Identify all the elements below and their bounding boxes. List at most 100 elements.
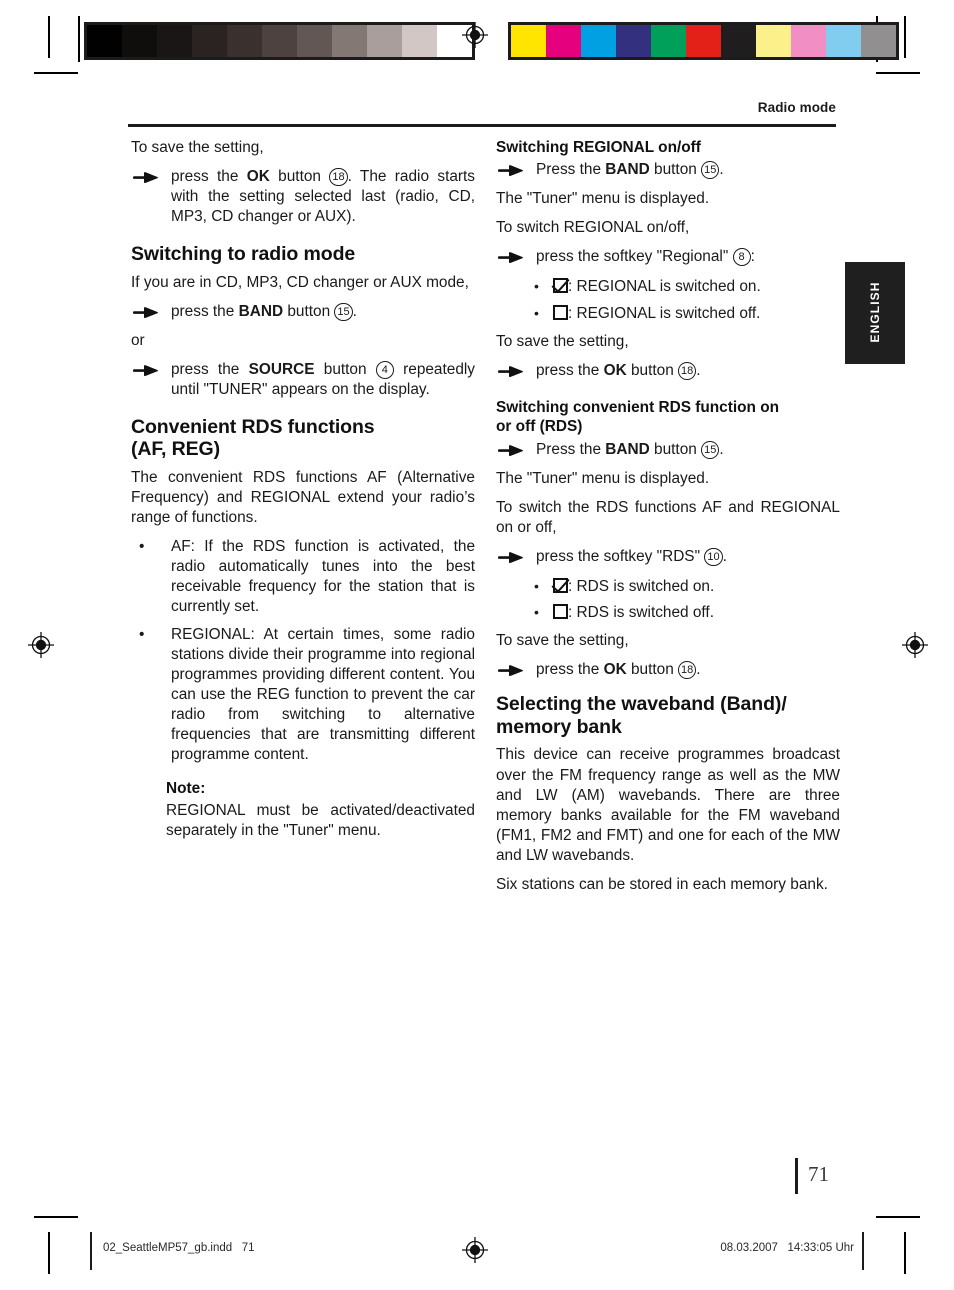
- step-text-post: :: [750, 248, 755, 266]
- color-patch: [826, 25, 861, 57]
- heading-switching-regional-on-off: Switching REGIONAL on/off: [496, 139, 701, 156]
- language-thumb-tab-label: ENGLISH: [868, 281, 882, 343]
- heading-convenient-rds-functions: Convenient RDS functions (AF, REG): [131, 416, 475, 461]
- step-text-mid: button: [626, 361, 679, 379]
- paragraph-or: or: [131, 331, 145, 349]
- step-press-softkey-rds: press the softkey "RDS" 10.: [496, 547, 840, 567]
- button-ref-number-10: 10: [704, 547, 723, 566]
- paragraph-to-switch-rds: To switch the RDS functions AF and REGIO…: [496, 498, 840, 536]
- registration-mark-left-center: [28, 632, 54, 658]
- grayscale-calibration-wedge: [84, 22, 475, 60]
- subitem-text: : REGIONAL is switched off.: [568, 304, 761, 322]
- note-body: REGIONAL must be activated/deactivated s…: [166, 802, 475, 840]
- subitem-text: : REGIONAL is switched on.: [568, 278, 761, 296]
- color-patch: [791, 25, 826, 57]
- paragraph-to-save-setting: To save the setting,: [131, 139, 264, 156]
- page-number: 71: [808, 1162, 829, 1186]
- footer-timestamp: 08.03.2007 14:33:05 Uhr: [720, 1242, 854, 1254]
- step-text-mid: button: [626, 661, 679, 679]
- step-press-ok-button-1: press the OK button 18.: [496, 361, 840, 381]
- step-press-source-button: press the SOURCE button 4 repeatedly unt…: [131, 360, 475, 400]
- pointing-hand-icon: [498, 444, 524, 457]
- step-press-band-button: press the BAND button 15.: [131, 302, 475, 322]
- grayscale-patch: [122, 25, 157, 57]
- color-patch: [511, 25, 546, 57]
- column-left: To save the setting, press the OK button…: [131, 138, 475, 850]
- step-press-softkey-regional: press the softkey "Regional" 8:: [496, 247, 840, 267]
- button-name-band: BAND: [238, 302, 284, 320]
- checkbox-checked-icon: [553, 278, 568, 294]
- crop-mark-top-right-horizontal: [876, 72, 920, 74]
- paragraph-tuner-menu-displayed-1: The "Tuner" menu is displayed.: [496, 190, 710, 208]
- subitem-text: : RDS is switched on.: [568, 577, 715, 595]
- crop-mark-top-left-inner: [78, 16, 80, 62]
- subitem-regional-unchecked: • : REGIONAL is switched off.: [496, 303, 840, 325]
- step-text-pre: Press the: [536, 161, 606, 179]
- step-text-mid: button: [649, 161, 702, 179]
- grayscale-patch: [157, 25, 192, 57]
- registration-mark-right-center: [902, 632, 928, 658]
- button-name-band: BAND: [605, 440, 650, 458]
- crop-mark-bottom-right-horizontal: [876, 1216, 920, 1218]
- crop-mark-top-left-vertical: [48, 16, 50, 58]
- button-name-ok: OK: [246, 168, 270, 186]
- bullet-item-af: • AF: If the RDS function is activated, …: [131, 537, 475, 617]
- pointing-hand-icon: [133, 364, 159, 377]
- bullet-text: REGIONAL: At certain times, some radio s…: [171, 626, 475, 764]
- bullet-dot-icon: •: [534, 304, 539, 321]
- subitem-rds-checked: • : RDS is switched on.: [496, 576, 840, 598]
- step-text-pre: press the softkey "RDS": [536, 547, 705, 565]
- paragraph-if-you-are-in-cd: If you are in CD, MP3, CD changer or AUX…: [131, 273, 469, 291]
- step-press-band-button-rds: Press the BAND button 15.: [496, 440, 840, 460]
- bullet-dot-icon: •: [534, 577, 539, 594]
- step-text-mid: button: [649, 440, 702, 458]
- paragraph-waveband-description: This device can receive programmes broad…: [496, 746, 840, 864]
- step-text-pre: press the: [536, 661, 604, 679]
- step-text-pre: press the softkey "Regional": [536, 248, 733, 266]
- heading-line-1: Selecting the waveband (Band)/: [496, 693, 787, 716]
- grayscale-patch: [87, 25, 122, 57]
- step-text-pre: press the: [171, 360, 249, 378]
- crop-mark-top-left-horizontal: [34, 72, 78, 74]
- button-ref-number-8: 8: [732, 248, 751, 267]
- note-heading: Note:: [166, 780, 206, 798]
- heading-line-1: Switching convenient RDS function on: [496, 399, 780, 416]
- crop-mark-bottom-left-vertical: [48, 1232, 50, 1274]
- column-right: Switching REGIONAL on/off Press the BAND…: [496, 138, 840, 904]
- paragraph-to-save-setting-1: To save the setting,: [496, 332, 629, 350]
- step-press-band-button-regional: Press the BAND button 15.: [496, 160, 840, 180]
- button-ref-number-4: 4: [375, 360, 394, 379]
- color-patch: [861, 25, 896, 57]
- subitem-regional-checked: • : REGIONAL is switched on.: [496, 276, 840, 298]
- color-patch: [651, 25, 686, 57]
- step-text-post: .: [722, 547, 727, 565]
- step-text-pre: press the: [171, 302, 239, 320]
- step-text-mid: button: [283, 302, 335, 320]
- footer-rule-right: [862, 1232, 864, 1270]
- checkbox-unchecked-icon: [553, 304, 568, 320]
- paragraph-to-switch-regional: To switch REGIONAL on/off,: [496, 219, 690, 237]
- step-press-ok-button: press the OK button 18. The radio starts…: [131, 167, 475, 227]
- heading-selecting-waveband: Selecting the waveband (Band)/ memory ba…: [496, 693, 840, 738]
- pointing-hand-icon: [498, 164, 524, 177]
- paragraph-to-save-setting-2: To save the setting,: [496, 632, 629, 650]
- heading-line-2: memory bank: [496, 715, 622, 738]
- bullet-dot-icon: •: [139, 626, 145, 644]
- button-ref-number-15: 15: [701, 161, 720, 180]
- step-text-post: .: [719, 440, 724, 458]
- color-patch: [581, 25, 616, 57]
- step-text-pre: Press the: [536, 440, 606, 458]
- pointing-hand-icon: [498, 365, 524, 378]
- bullet-dot-icon: •: [139, 538, 145, 556]
- paragraph-rds-intro: The convenient RDS functions AF (Alterna…: [131, 468, 475, 526]
- heading-line-2: or off (RDS): [496, 418, 583, 436]
- step-text-mid: button: [269, 168, 330, 186]
- heading-line-1: Convenient RDS functions: [131, 415, 375, 438]
- bullet-dot-icon: •: [534, 278, 539, 295]
- crop-mark-bottom-right-vertical: [904, 1232, 906, 1274]
- grayscale-patch: [297, 25, 332, 57]
- step-text-post: .: [352, 302, 357, 320]
- button-ref-number-15: 15: [334, 302, 353, 321]
- button-ref-number-18: 18: [678, 661, 697, 680]
- checkbox-checked-icon: [553, 577, 568, 593]
